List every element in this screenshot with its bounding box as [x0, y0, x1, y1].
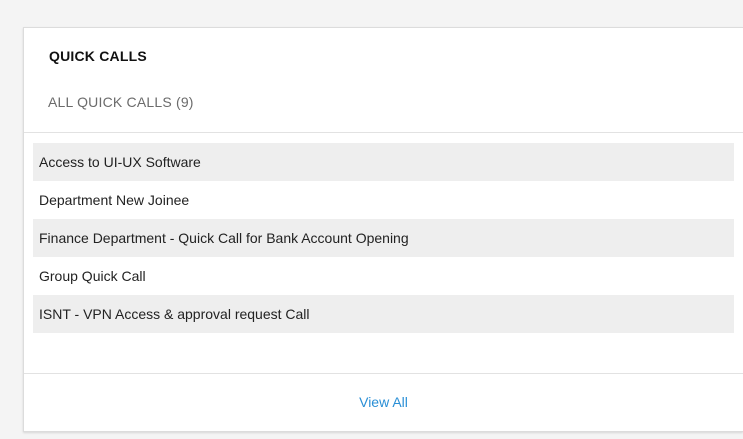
quick-calls-list: Access to UI-UX Software Department New …: [33, 143, 734, 333]
list-item[interactable]: Department New Joinee: [33, 181, 734, 219]
card-footer: View All: [24, 373, 743, 431]
card-title: QUICK CALLS: [49, 48, 147, 64]
list-item[interactable]: Group Quick Call: [33, 257, 734, 295]
card-header: QUICK CALLS ALL QUICK CALLS (9): [24, 28, 743, 133]
list-item[interactable]: ISNT - VPN Access & approval request Cal…: [33, 295, 734, 333]
list-item[interactable]: Access to UI-UX Software: [33, 143, 734, 181]
view-all-link[interactable]: View All: [359, 394, 408, 410]
tab-all-quick-calls[interactable]: ALL QUICK CALLS (9): [48, 94, 194, 110]
quick-calls-card: QUICK CALLS ALL QUICK CALLS (9) Access t…: [23, 27, 743, 432]
list-item[interactable]: Finance Department - Quick Call for Bank…: [33, 219, 734, 257]
